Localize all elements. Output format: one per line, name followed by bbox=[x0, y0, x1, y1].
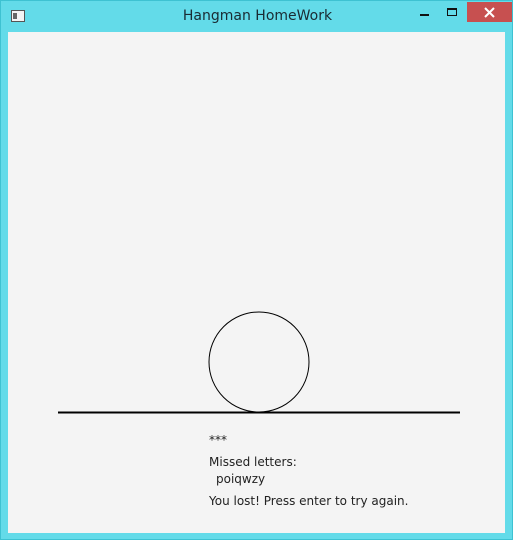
app-window: Hangman HomeWork *** Missed letters: poi… bbox=[0, 0, 513, 540]
game-panel: *** Missed letters: poiqwzy You lost! Pr… bbox=[8, 32, 505, 533]
close-button[interactable] bbox=[467, 2, 512, 22]
title-bar[interactable]: Hangman HomeWork bbox=[1, 1, 512, 32]
minimize-button[interactable] bbox=[411, 2, 437, 22]
missed-letters-label: Missed letters: bbox=[209, 455, 297, 469]
maximize-button[interactable] bbox=[439, 2, 465, 22]
status-message: You lost! Press enter to try again. bbox=[209, 494, 409, 508]
minimize-icon bbox=[420, 14, 429, 16]
maximize-icon bbox=[447, 8, 457, 16]
hangman-head bbox=[208, 311, 310, 413]
hidden-word: *** bbox=[209, 433, 227, 447]
close-icon bbox=[484, 7, 495, 18]
missed-letters: poiqwzy bbox=[216, 472, 266, 486]
